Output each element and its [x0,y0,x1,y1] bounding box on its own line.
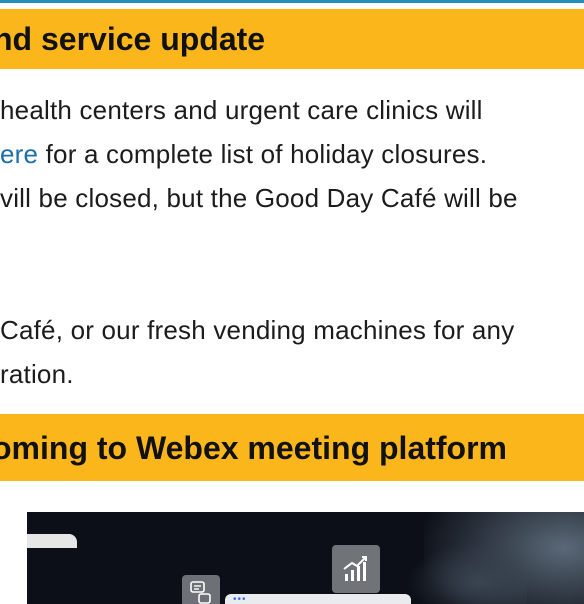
holiday-closures-link[interactable]: ere [0,139,38,169]
article-text-line: ere for a complete list of holiday closu… [0,139,487,170]
chat-bubbles-icon [182,575,220,604]
banner-title: nd service update [0,21,266,57]
banner-title: oming to Webex meeting platform [0,430,507,466]
article-text-line: ration. [0,359,74,389]
meeting-panel: ••• [225,594,411,604]
video-device-edge [27,534,77,548]
video-background [407,542,527,604]
chart-bars-up-icon [332,545,380,593]
article-text-line: Café, or our fresh vending machines for … [0,315,515,345]
section-banner-service-update: nd service update [0,9,584,69]
more-dots-icon: ••• [233,594,247,604]
section-banner-webex: oming to Webex meeting platform [0,414,584,481]
top-rule [0,0,584,3]
webex-video-thumbnail[interactable]: ••• [27,512,584,604]
article-text-line: health centers and urgent care clinics w… [0,95,483,125]
article-text-line: vill be closed, but the Good Day Café wi… [0,183,518,213]
article-text-fragment: for a complete list of holiday closures. [38,139,488,169]
page: nd service update health centers and urg… [0,0,584,604]
